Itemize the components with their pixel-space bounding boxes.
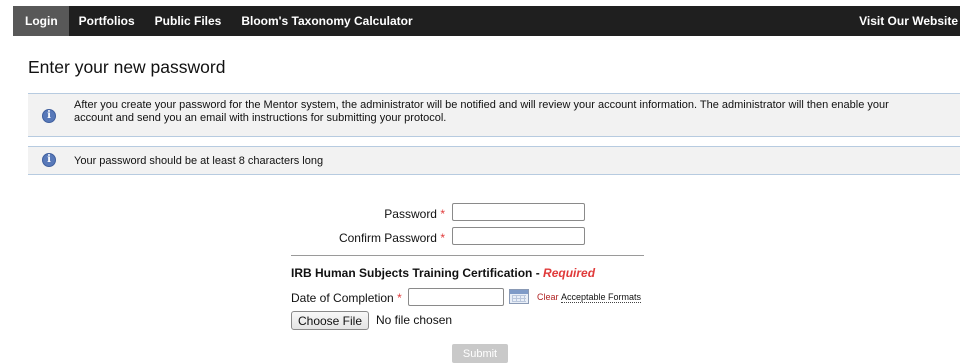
- calendar-icon[interactable]: [509, 289, 529, 304]
- calendar-icon-header: [510, 290, 528, 294]
- required-marker: *: [440, 207, 445, 221]
- date-label-text: Date of Completion: [291, 291, 394, 305]
- info-icon: i: [42, 109, 56, 123]
- info-message-review: i After you create your password for the…: [28, 93, 960, 137]
- info-message-text: Your password should be at least 8 chara…: [74, 155, 324, 167]
- file-status-text: No file chosen: [376, 313, 453, 327]
- certification-heading: IRB Human Subjects Training Certificatio…: [291, 266, 595, 280]
- nav-blooms-calculator[interactable]: Bloom's Taxonomy Calculator: [231, 6, 422, 36]
- nav-visit-website[interactable]: Visit Our Website: [849, 6, 960, 36]
- nav-public-files[interactable]: Public Files: [145, 6, 232, 36]
- info-message-text: After you create your password for the M…: [74, 99, 889, 124]
- password-label: Password *: [285, 207, 445, 221]
- required-text: Required: [543, 266, 596, 280]
- date-of-completion-input[interactable]: [408, 288, 504, 306]
- confirm-password-input[interactable]: [452, 227, 585, 245]
- certification-heading-text: IRB Human Subjects Training Certificatio…: [291, 266, 544, 280]
- info-icon: i: [42, 153, 56, 167]
- choose-file-button[interactable]: Choose File: [291, 311, 369, 330]
- nav-login[interactable]: Login: [13, 6, 69, 36]
- confirm-password-label: Confirm Password *: [285, 231, 445, 245]
- date-of-completion-label: Date of Completion *: [291, 291, 402, 305]
- acceptable-formats-link[interactable]: Acceptable Formats: [561, 292, 642, 303]
- nav-portfolios[interactable]: Portfolios: [69, 6, 145, 36]
- required-marker: *: [440, 231, 445, 245]
- confirm-password-label-text: Confirm Password: [338, 231, 437, 245]
- password-input[interactable]: [452, 203, 585, 221]
- top-navigation: Login Portfolios Public Files Bloom's Ta…: [13, 6, 960, 36]
- submit-button[interactable]: Submit: [452, 344, 508, 363]
- calendar-icon-grid: [512, 295, 526, 302]
- required-marker: *: [397, 291, 402, 305]
- clear-date-link[interactable]: Clear: [537, 292, 559, 302]
- info-message-length: i Your password should be at least 8 cha…: [28, 146, 960, 175]
- form-divider: [291, 255, 644, 256]
- page-title: Enter your new password: [28, 57, 226, 77]
- password-label-text: Password: [384, 207, 437, 221]
